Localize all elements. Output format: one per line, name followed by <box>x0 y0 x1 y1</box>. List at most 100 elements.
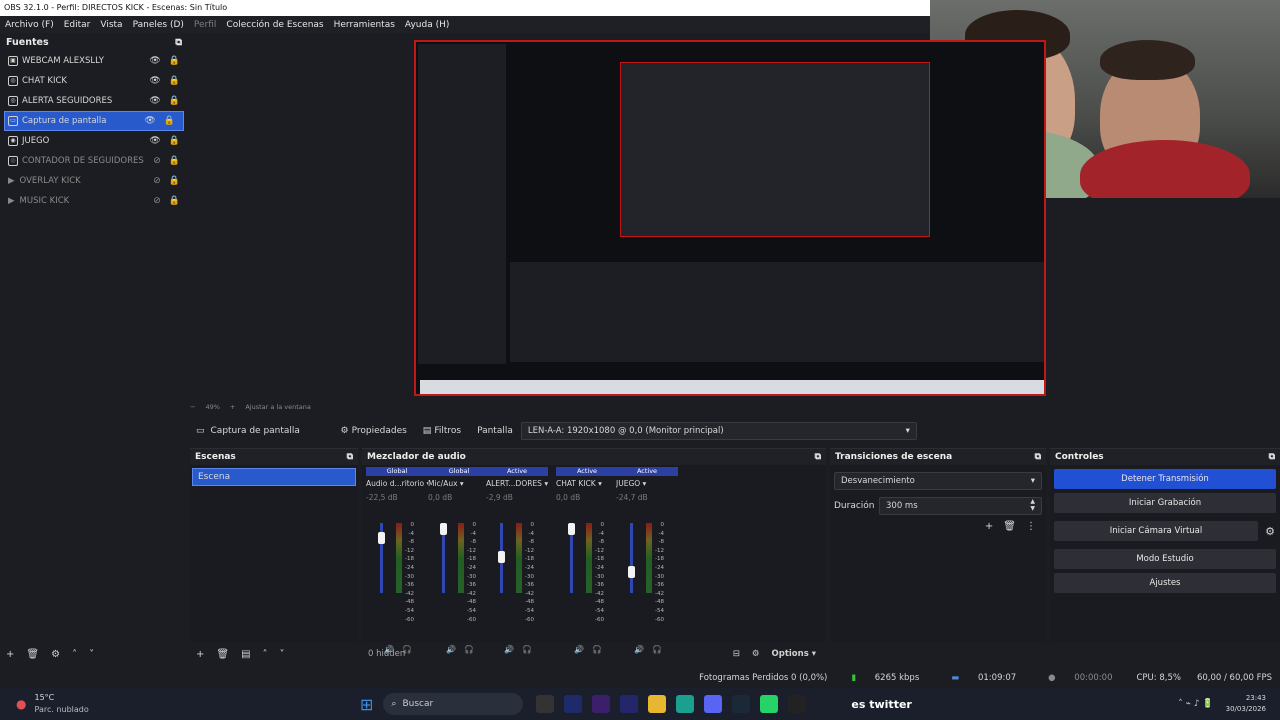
studio-mode-button[interactable]: Modo Estudio <box>1054 549 1276 569</box>
source-item[interactable]: ▣ WEBCAM ALEXSLLY 👁 🔒 <box>0 51 188 71</box>
preview-canvas[interactable] <box>414 40 1046 396</box>
menu-herramientas[interactable]: Herramientas <box>329 20 400 30</box>
eye-icon[interactable]: 👁 <box>144 116 155 126</box>
source-group[interactable]: ▶ MUSIC KICK ⊘ 🔒 <box>0 191 188 211</box>
channel-name[interactable]: ALERT...DORES ▾ <box>486 479 548 488</box>
menu-archivo[interactable]: Archivo (F) <box>0 20 59 30</box>
meter-tick: 0 <box>410 522 415 528</box>
channel-name[interactable]: Audio d...ritorio ▾ <box>366 479 428 488</box>
move-down-icon[interactable]: ˅ <box>89 649 94 660</box>
undock-icon[interactable]: ⧉ <box>815 452 821 462</box>
menu-paneles[interactable]: Paneles (D) <box>128 20 189 30</box>
after-effects-icon[interactable] <box>564 695 583 713</box>
monitor-select[interactable]: LEN-A-A: 1920x1080 @ 0,0 (Monitor princi… <box>520 422 917 440</box>
discord-icon[interactable] <box>704 695 723 713</box>
menu-vista[interactable]: Vista <box>95 20 127 30</box>
premiere-icon[interactable] <box>592 695 611 713</box>
lock-icon[interactable]: 🔒 <box>169 56 180 66</box>
task-view-icon[interactable] <box>536 695 555 713</box>
volume-fader[interactable] <box>378 532 385 545</box>
menu-ayuda[interactable]: Ayuda (H) <box>400 20 454 30</box>
lock-icon[interactable]: 🔒 <box>164 116 175 126</box>
eye-hidden-icon[interactable]: ⊘ <box>153 176 161 186</box>
fit-window-button[interactable]: Ajustar a la ventana <box>245 403 311 411</box>
menu-perfil[interactable]: Perfil <box>189 20 222 30</box>
channel-name[interactable]: JUEGO ▾ <box>616 479 678 488</box>
scenes-panel: Escenas ⧉ Escena <box>190 448 358 642</box>
lock-icon[interactable]: 🔒 <box>169 76 180 86</box>
lock-icon[interactable]: 🔒 <box>169 96 180 106</box>
stop-streaming-button[interactable]: Detener Transmisión <box>1054 469 1276 489</box>
duration-input[interactable]: 300 ms ▲ ▼ <box>879 497 1042 515</box>
lock-icon[interactable]: 🔒 <box>169 196 180 206</box>
undock-icon[interactable]: ⧉ <box>175 37 182 48</box>
steam-icon[interactable] <box>732 695 751 713</box>
settings-button[interactable]: Ajustes <box>1054 573 1276 593</box>
lock-icon[interactable]: 🔒 <box>169 156 180 166</box>
undock-icon[interactable]: ⧉ <box>1269 452 1275 462</box>
move-up-icon[interactable]: ˄ <box>72 649 77 660</box>
trash-icon[interactable]: 🗑 <box>1003 521 1016 532</box>
source-item-selected[interactable]: ▭ Captura de pantalla 👁 🔒 <box>4 111 184 131</box>
advanced-audio-icon[interactable]: ⚙ <box>752 649 760 659</box>
clock[interactable]: 23:43 30/03/2026 <box>1226 693 1266 715</box>
volume-fader[interactable] <box>440 523 447 535</box>
source-item[interactable]: ◉ JUEGO 👁 🔒 <box>0 131 188 151</box>
expand-arrow-icon[interactable]: ▶ <box>8 176 15 186</box>
scene-item[interactable]: Escena <box>192 468 356 486</box>
undock-icon[interactable]: ⧉ <box>347 452 353 462</box>
media-encoder-icon[interactable] <box>620 695 639 713</box>
add-icon[interactable]: + <box>196 649 204 660</box>
eye-icon[interactable]: 👁 <box>149 76 160 86</box>
menu-coleccion-escenas[interactable]: Colección de Escenas <box>221 20 328 30</box>
zoom-in-icon[interactable]: + <box>230 403 235 411</box>
meter-tick: -4 <box>598 530 604 537</box>
gear-icon[interactable]: ⚙ <box>51 649 60 660</box>
add-icon[interactable]: + <box>985 521 993 532</box>
filter-icon[interactable]: ▤ <box>241 649 250 660</box>
tray-icons[interactable]: ˄ ⌁ ♪ 🔋 <box>1178 699 1213 709</box>
source-group[interactable]: ▶ OVERLAY KICK ⊘ 🔒 <box>0 171 188 191</box>
eye-hidden-icon[interactable]: ⊘ <box>153 156 161 166</box>
zoom-out-icon[interactable]: − <box>190 403 195 411</box>
eye-hidden-icon[interactable]: ⊘ <box>153 196 161 206</box>
whatsapp-icon[interactable] <box>760 695 779 713</box>
weather-widget[interactable]: ● 15°C Parc. nublado <box>0 692 360 716</box>
move-down-icon[interactable]: ˅ <box>280 649 285 660</box>
volume-fader[interactable] <box>568 523 575 535</box>
volume-fader[interactable] <box>628 566 635 579</box>
layout-icon[interactable]: ⊟ <box>733 649 740 659</box>
folder-icon[interactable] <box>648 695 667 713</box>
options-button[interactable]: Options ▾ <box>772 649 816 659</box>
eye-icon[interactable]: 👁 <box>149 136 160 146</box>
move-up-icon[interactable]: ˄ <box>263 649 268 660</box>
lock-icon[interactable]: 🔒 <box>169 176 180 186</box>
lock-icon[interactable]: 🔒 <box>169 136 180 146</box>
transition-select[interactable]: Desvanecimiento ▾ <box>834 472 1042 490</box>
channel-name[interactable]: Mic/Aux ▾ <box>428 479 490 488</box>
windows-start-icon[interactable]: ⊞ <box>360 695 373 714</box>
stepper-icon[interactable]: ▲ ▼ <box>1030 498 1035 512</box>
channel-name[interactable]: CHAT KICK ▾ <box>556 479 618 488</box>
menu-editar[interactable]: Editar <box>59 20 96 30</box>
eye-icon[interactable]: 👁 <box>149 56 160 66</box>
start-recording-button[interactable]: Iniciar Grabación <box>1054 493 1276 513</box>
eye-icon[interactable]: 👁 <box>149 96 160 106</box>
source-item[interactable]: ◎ CHAT KICK 👁 🔒 <box>0 71 188 91</box>
volume-fader[interactable] <box>498 550 505 563</box>
trash-icon[interactable]: 🗑 <box>26 649 39 660</box>
source-item[interactable]: ◎ ALERTA SEGUIDORES 👁 🔒 <box>0 91 188 111</box>
source-item[interactable]: ◎ CONTADOR DE SEGUIDORES ⊘ 🔒 <box>0 151 188 171</box>
undock-icon[interactable]: ⧉ <box>1035 452 1041 462</box>
gear-icon[interactable]: ⚙ <box>1260 525 1280 538</box>
search-box[interactable]: ⌕ Buscar <box>383 693 524 715</box>
edge-icon[interactable] <box>676 695 695 713</box>
start-virtual-camera-button[interactable]: Iniciar Cámara Virtual <box>1054 521 1258 541</box>
trash-icon[interactable]: 🗑 <box>216 649 229 660</box>
filters-button[interactable]: Filtros <box>434 426 461 436</box>
obs-icon[interactable] <box>788 695 807 713</box>
properties-button[interactable]: Propiedades <box>352 426 407 436</box>
add-icon[interactable]: + <box>6 649 14 660</box>
expand-arrow-icon[interactable]: ▶ <box>8 196 15 206</box>
more-icon[interactable]: ⋮ <box>1026 521 1036 532</box>
